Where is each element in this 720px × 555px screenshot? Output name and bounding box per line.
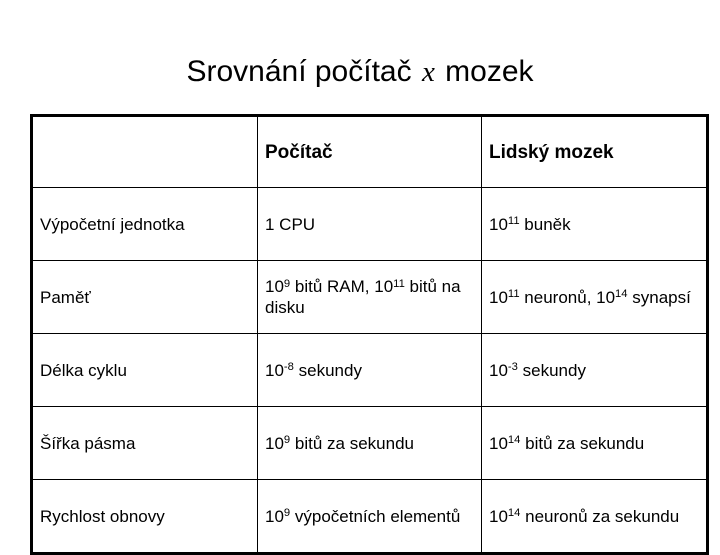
page-title-suffix: mozek (445, 55, 534, 89)
row-label: Paměť (31, 260, 258, 334)
cell-brain: 1014 neuronů za sekundu (481, 479, 708, 554)
cell-computer: 109 bitů za sekundu (257, 406, 482, 480)
cell-computer: 1 CPU (257, 187, 482, 261)
cell-computer: 10-8 sekundy (257, 333, 482, 407)
table-row: Délka cyklu 10-8 sekundy 10-3 sekundy (31, 333, 708, 407)
column-header-category (31, 115, 258, 188)
cell-brain: 1011 buněk (481, 187, 708, 261)
table-header: Počítač Lidský mozek (31, 115, 708, 188)
row-label: Délka cyklu (31, 333, 258, 407)
cell-brain: 1014 bitů za sekundu (481, 406, 708, 480)
cell-brain: 10-3 sekundy (481, 333, 708, 407)
table-header-row: Počítač Lidský mozek (31, 115, 708, 188)
page-title-prefix: Srovnání počítač (186, 55, 412, 89)
slide: Srovnání počítač x mozek Počítač Lidský … (0, 0, 720, 555)
cell-computer: 109 bitů RAM, 1011 bitů na disku (257, 260, 482, 334)
table-row: Šířka pásma 109 bitů za sekundu 1014 bit… (31, 406, 708, 480)
comparison-table: Počítač Lidský mozek Výpočetní jednotka … (30, 114, 709, 555)
table-body: Výpočetní jednotka 1 CPU 1011 buněk Pamě… (31, 187, 708, 554)
page-title-variable: x (421, 56, 435, 89)
column-header-computer: Počítač (257, 115, 482, 188)
row-label: Výpočetní jednotka (31, 187, 258, 261)
table-row: Paměť 109 bitů RAM, 1011 bitů na disku 1… (31, 260, 708, 334)
column-header-brain: Lidský mozek (481, 115, 708, 188)
row-label: Šířka pásma (31, 406, 258, 480)
page-title: Srovnání počítač x mozek (0, 54, 720, 90)
cell-brain: 1011 neuronů, 1014 synapsí (481, 260, 708, 334)
row-label: Rychlost obnovy (31, 479, 258, 554)
table-row: Rychlost obnovy 109 výpočetních elementů… (31, 479, 708, 554)
table-row: Výpočetní jednotka 1 CPU 1011 buněk (31, 187, 708, 261)
cell-computer: 109 výpočetních elementů (257, 479, 482, 554)
comparison-table-container: Počítač Lidský mozek Výpočetní jednotka … (30, 114, 709, 555)
